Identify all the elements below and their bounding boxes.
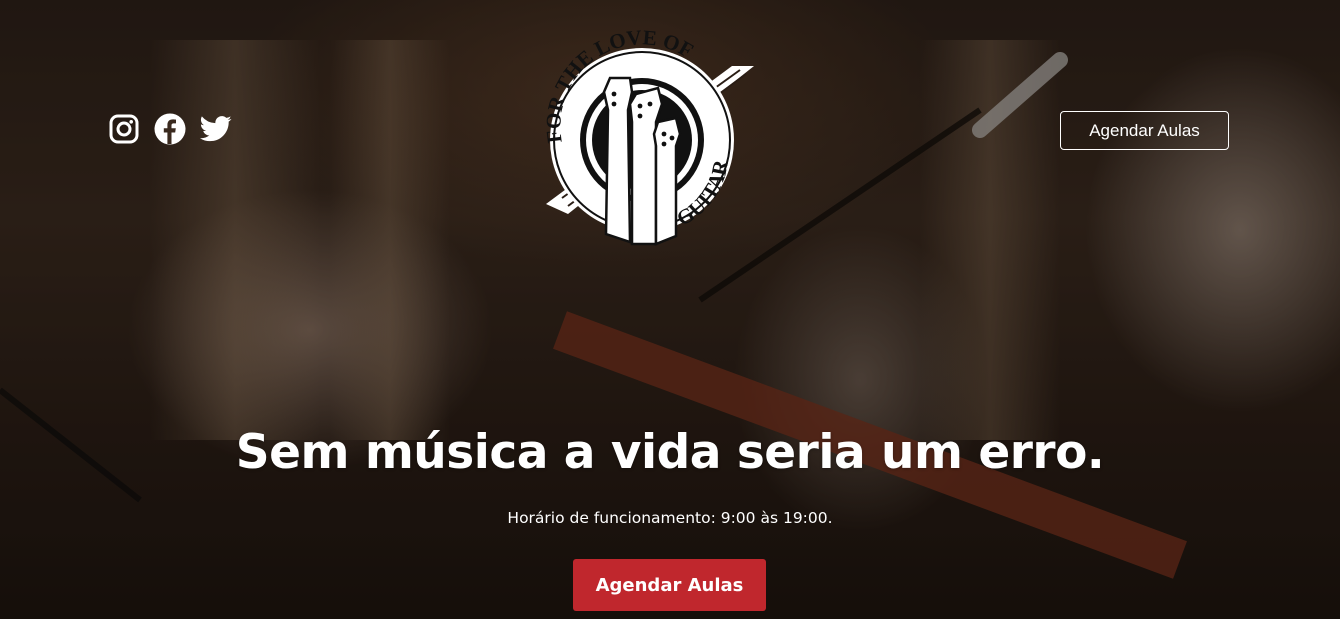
- schedule-lessons-cta-button[interactable]: Agendar Aulas: [573, 559, 766, 611]
- schedule-lessons-header-button[interactable]: Agendar Aulas: [1060, 111, 1229, 150]
- twitter-icon[interactable]: [200, 113, 232, 145]
- social-links: [108, 113, 232, 145]
- site-logo[interactable]: FOR THE LOVE OF GUITAR: [532, 25, 762, 246]
- instagram-icon[interactable]: [108, 113, 140, 145]
- facebook-icon[interactable]: [154, 113, 186, 145]
- hero-headline: Sem música a vida seria um erro.: [235, 425, 1105, 480]
- opening-hours-text: Horário de funcionamento: 9:00 às 19:00.: [507, 509, 833, 527]
